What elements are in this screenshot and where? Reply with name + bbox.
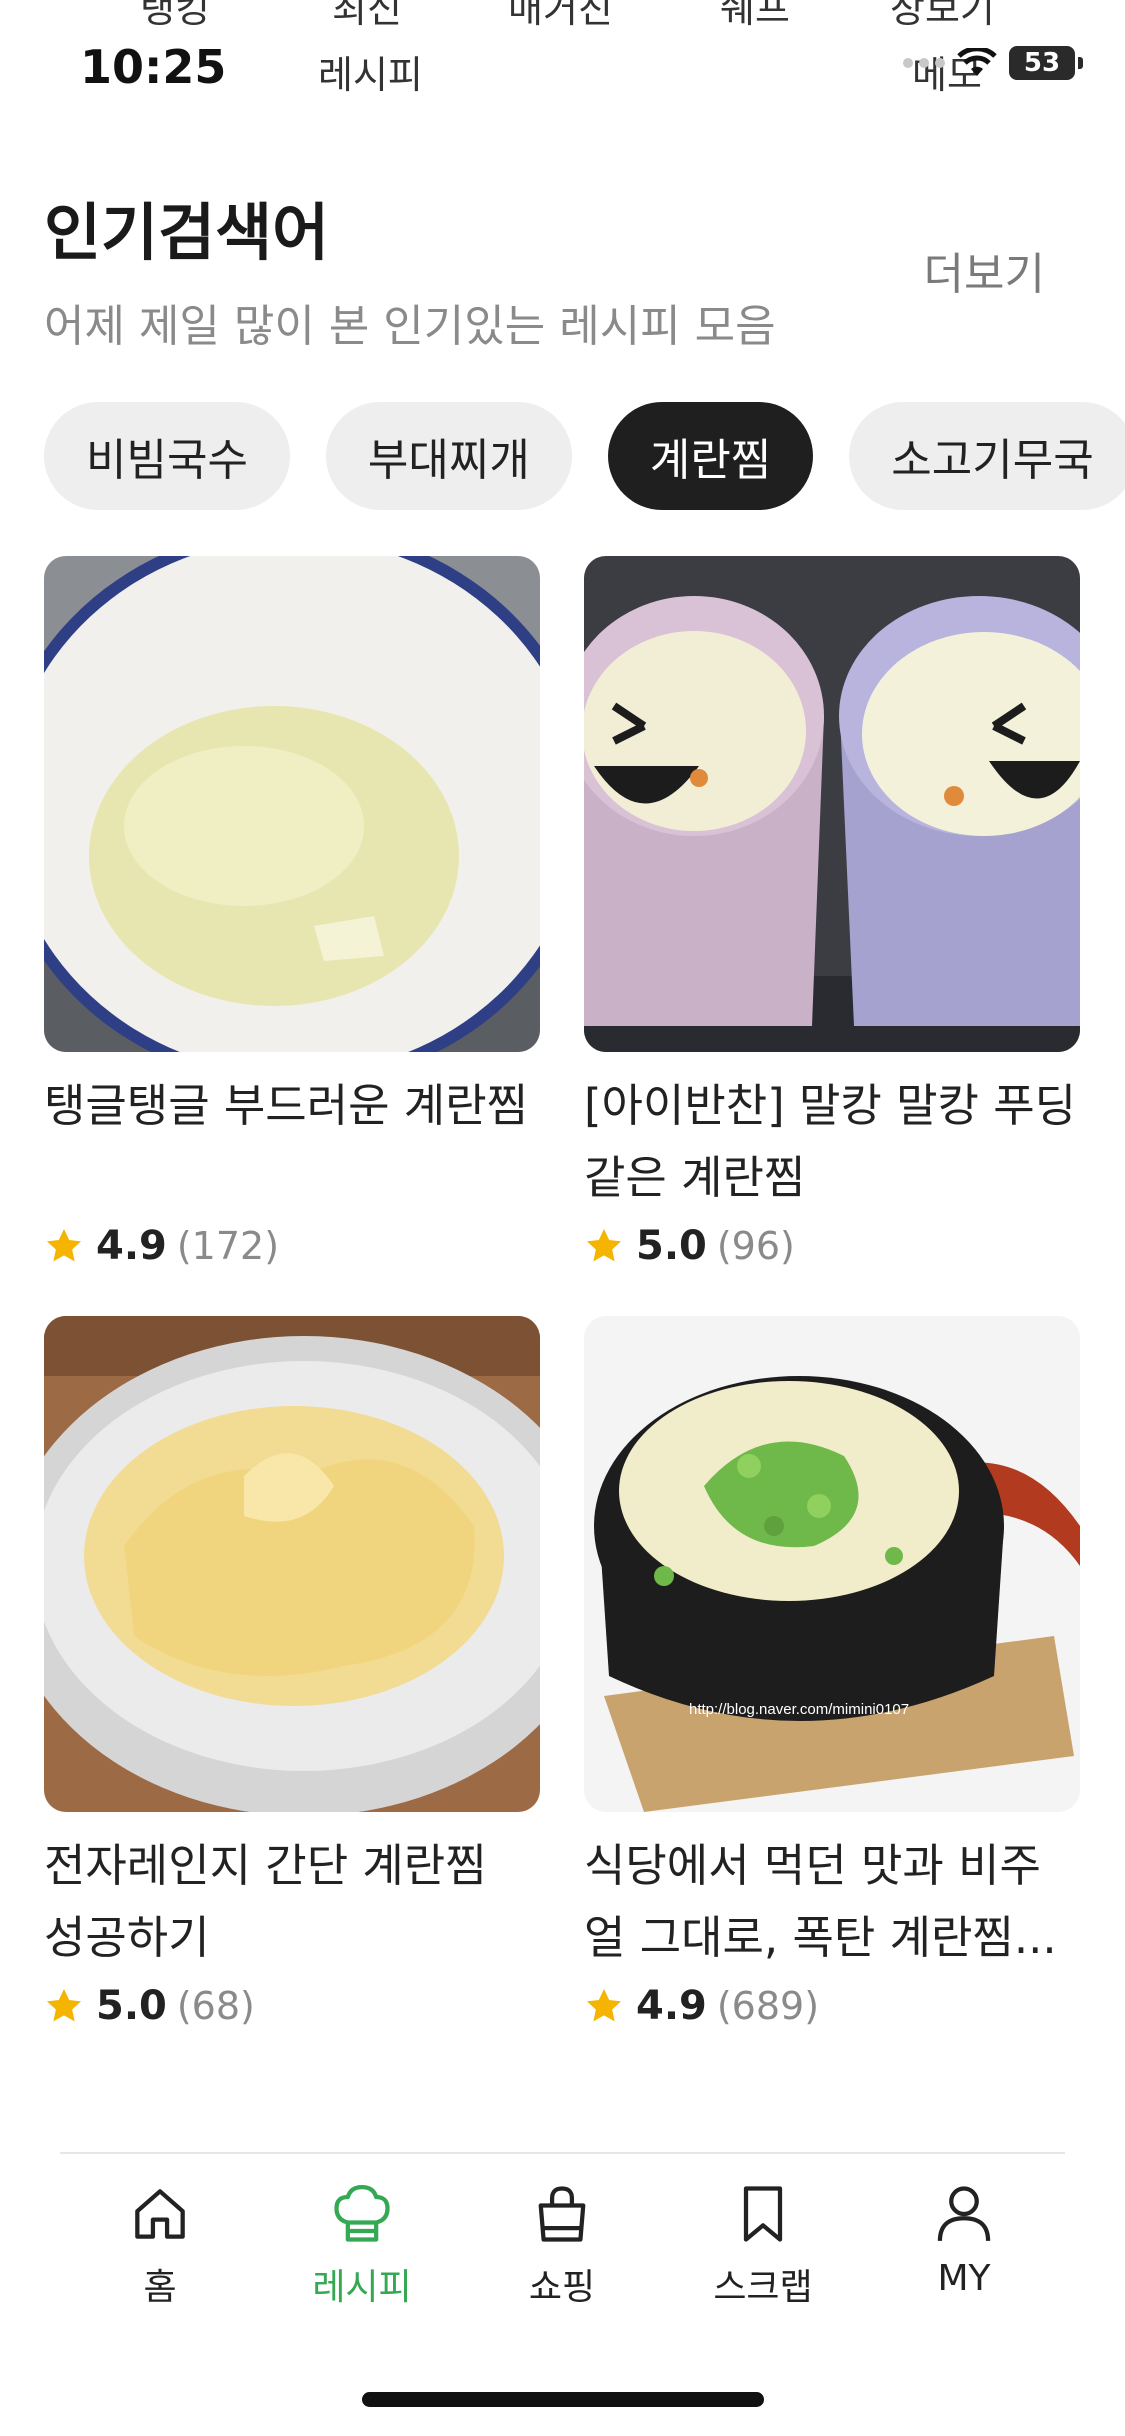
shopping-bag-icon <box>538 2186 586 2242</box>
star-icon <box>47 1229 81 1262</box>
recipe-image <box>584 556 1080 1052</box>
rating-score: 4.9 <box>96 1223 167 1269</box>
recipe-card[interactable]: 탱글탱글 부드러운 계란찜 4.9 (172) <box>44 556 540 1274</box>
nav-recipe-label: 레시피 <box>312 2267 412 2308</box>
status-bar: 10:25 53 <box>0 0 1125 110</box>
chef-hat-icon <box>334 2184 390 2242</box>
chip-sogogi-muguk[interactable]: 소고기무국 <box>849 402 1125 510</box>
section-title: 인기검색어 <box>44 196 330 269</box>
chip-budae-jjigae[interactable]: 부대찌개 <box>325 402 572 510</box>
recipe-rating: 4.9 (689) <box>584 1978 1080 2034</box>
recipe-title: 전자레인지 간단 계란찜 성공하기 <box>44 1839 487 1964</box>
star-icon <box>587 1229 621 1262</box>
rating-count: (96) <box>716 1224 795 1268</box>
home-icon <box>135 2189 185 2239</box>
status-indicators: 53 <box>903 46 1083 80</box>
signal-icon <box>903 58 945 68</box>
nav-shopping[interactable]: 쇼핑 <box>482 2180 642 2310</box>
recipe-rating: 5.0 (68) <box>44 1978 540 2034</box>
star-icon <box>587 1989 621 2022</box>
rating-score: 4.9 <box>636 1983 707 2029</box>
nav-recipe[interactable]: 레시피 <box>282 2180 442 2310</box>
recipe-page: 랭킹 최신 매거진 쉐프 장보기 레시피 메모 10:25 53 인기검색어 어… <box>0 0 1125 2436</box>
recipe-card[interactable]: http://blog.naver.com/mimini0107 식당에서 먹던… <box>584 1316 1080 2034</box>
home-indicator[interactable] <box>362 2392 764 2407</box>
recipe-image: http://blog.naver.com/mimini0107 <box>584 1316 1080 1812</box>
rating-count: (172) <box>176 1224 280 1268</box>
nav-my[interactable]: MY <box>884 2180 1044 2299</box>
rating-score: 5.0 <box>96 1983 167 2029</box>
chip-bibim-guksu[interactable]: 비빔국수 <box>44 402 290 510</box>
wifi-icon <box>957 48 997 76</box>
rating-count: (68) <box>176 1984 255 2028</box>
nav-home[interactable]: 홈 <box>80 2180 240 2310</box>
recipe-card[interactable]: 전자레인지 간단 계란찜 성공하기 5.0 (68) <box>44 1316 540 2034</box>
chip-gyeran-jjim[interactable]: 계란찜 <box>607 402 814 510</box>
recipe-title: 식당에서 먹던 맛과 비주얼 그대로, 폭탄 계란찜... <box>584 1839 1057 1964</box>
nav-scrap[interactable]: 스크랩 <box>683 2180 843 2310</box>
user-icon <box>937 2186 991 2242</box>
rating-count: (689) <box>716 1984 820 2028</box>
bottom-nav-divider <box>60 2152 1065 2154</box>
nav-home-label: 홈 <box>143 2267 177 2308</box>
rating-score: 5.0 <box>636 1223 707 1269</box>
status-time: 10:25 <box>80 40 227 94</box>
recipe-title: [아이반찬] 말캉 말캉 푸딩같은 계란찜 <box>584 1079 1077 1204</box>
battery-icon: 53 <box>1009 46 1083 80</box>
recipe-image <box>44 1316 540 1812</box>
recipe-rating: 4.9 (172) <box>44 1218 540 1274</box>
recipe-card[interactable]: [아이반찬] 말캉 말캉 푸딩같은 계란찜 5.0 (96) <box>584 556 1080 1274</box>
bottom-nav: 홈 레시피 쇼핑 스크랩 MY <box>0 2180 1125 2320</box>
section-subtitle: 어제 제일 많이 본 인기있는 레시피 모음 <box>44 301 776 352</box>
recipe-title: 탱글탱글 부드러운 계란찜 <box>44 1079 529 1132</box>
image-watermark: http://blog.naver.com/mimini0107 <box>689 1701 909 1718</box>
recipe-image <box>44 556 540 1052</box>
keyword-chips: 비빔국수 부대찌개 계란찜 소고기무국 <box>44 402 1125 510</box>
nav-scrap-label: 스크랩 <box>713 2267 813 2308</box>
recipe-rating: 5.0 (96) <box>584 1218 1080 1274</box>
more-button[interactable]: 더보기 <box>924 238 1045 302</box>
star-icon <box>47 1989 81 2022</box>
nav-my-label: MY <box>937 2258 991 2299</box>
nav-shopping-label: 쇼핑 <box>528 2267 596 2308</box>
bookmark-icon <box>743 2186 783 2242</box>
